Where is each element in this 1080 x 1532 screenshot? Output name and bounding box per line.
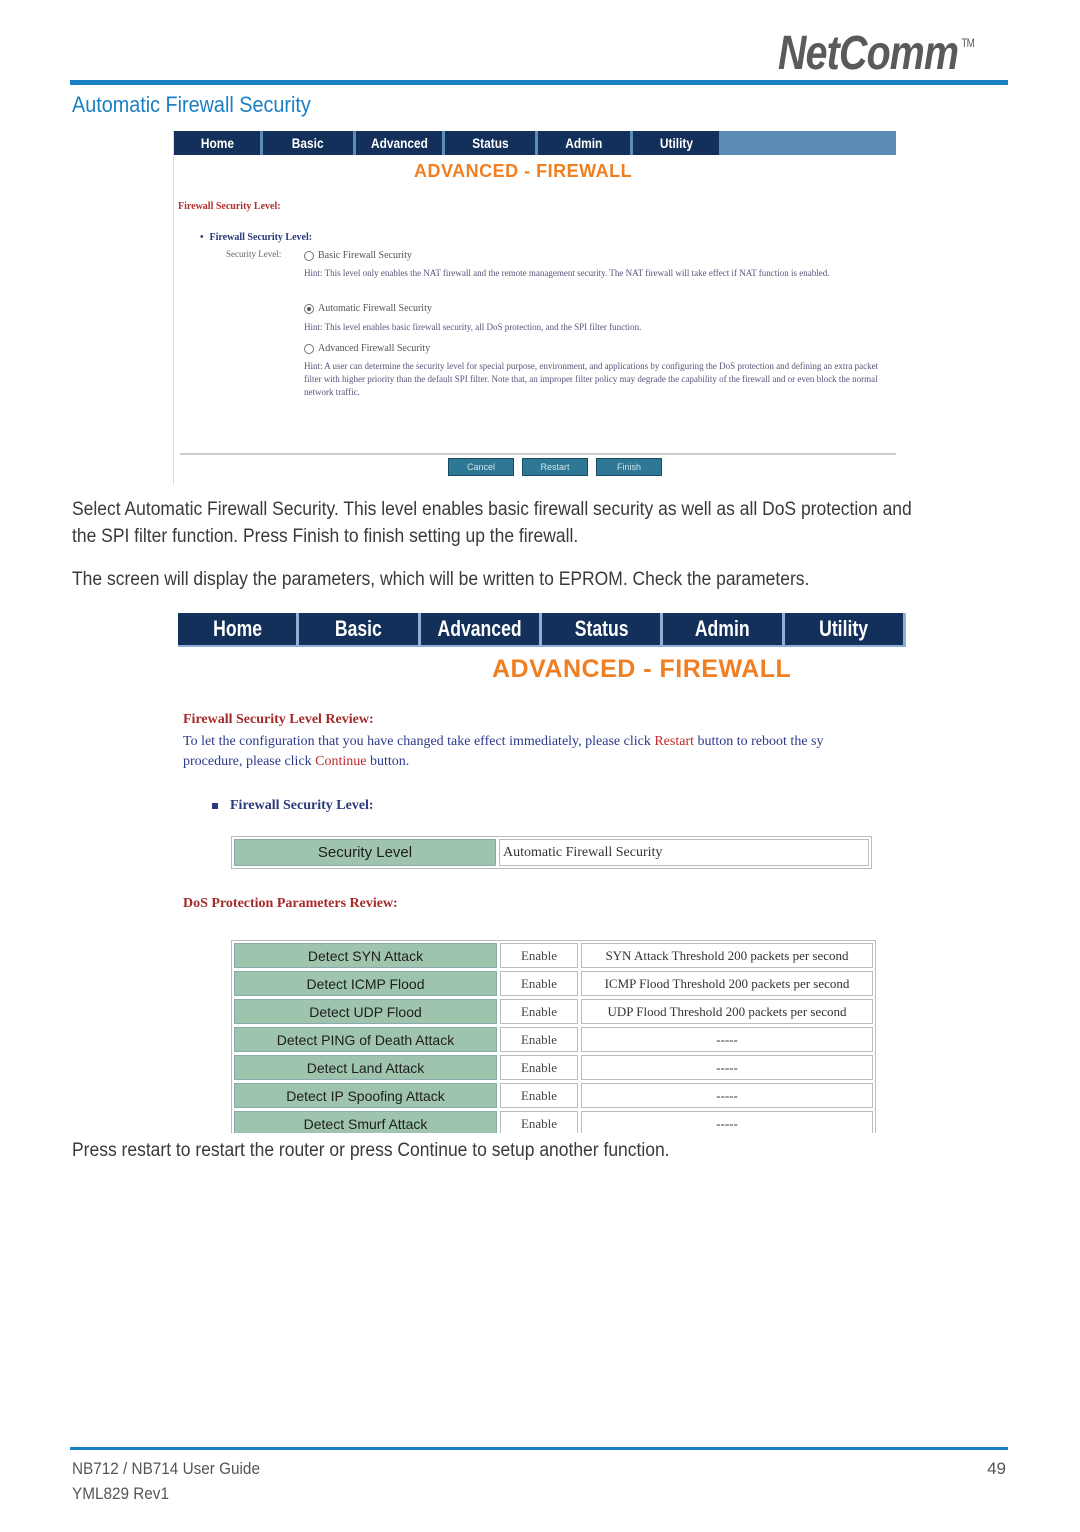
- section-heading: Firewall Security Level:: [178, 201, 281, 212]
- tab-basic[interactable]: Basic: [263, 131, 356, 155]
- trademark: TM: [961, 36, 974, 50]
- paragraph-restart: Press restart to restart the router or p…: [72, 1140, 670, 1161]
- attack-name: Detect Land Attack: [234, 1055, 497, 1080]
- restart-button[interactable]: Restart: [522, 458, 588, 476]
- finish-button[interactable]: Finish: [596, 458, 662, 476]
- attack-status: Enable: [500, 999, 578, 1024]
- attack-status: Enable: [500, 971, 578, 996]
- tab-status[interactable]: Status: [541, 613, 664, 645]
- footer-guide: NB712 / NB714 User Guide: [72, 1459, 260, 1478]
- dos-heading: DoS Protection Parameters Review:: [183, 896, 398, 911]
- attack-status: Enable: [500, 1027, 578, 1052]
- tab-basic[interactable]: Basic: [299, 613, 421, 645]
- attack-threshold: -----: [581, 1027, 873, 1052]
- table-row: Detect Smurf Attack Enable -----: [234, 1111, 873, 1133]
- review-instructions: To let the configuration that you have c…: [183, 734, 824, 769]
- attack-name: Detect UDP Flood: [234, 999, 497, 1024]
- hint-advanced: Hint: A user can determine the security …: [304, 361, 879, 397]
- attack-threshold: ICMP Flood Threshold 200 packets per sec…: [581, 971, 873, 996]
- footer-revision: YML829 Rev1: [72, 1484, 169, 1503]
- security-level-label: Security Level: [234, 839, 496, 866]
- paragraph-check-parameters: The screen will display the parameters, …: [72, 569, 810, 590]
- dos-parameters-table: Detect SYN Attack Enable SYN Attack Thresh…: [231, 940, 876, 1133]
- field-label: Security Level:: [226, 249, 282, 259]
- divider: [180, 453, 896, 455]
- nav-bar: Home Basic Advanced Status Admin Utility: [178, 613, 906, 647]
- netcomm-logo: NetComm TM: [778, 26, 975, 81]
- attack-threshold: UDP Flood Threshold 200 packets per seco…: [581, 999, 873, 1024]
- restart-link: Restart: [654, 734, 694, 749]
- table-row: Detect UDP Flood Enable UDP Flood Threshol…: [234, 999, 873, 1024]
- security-level-table: Security Level Automatic Firewall Securi…: [231, 836, 872, 869]
- attack-status: Enable: [500, 1055, 578, 1080]
- table-row: Detect ICMP Flood Enable ICMP Flood Thresh…: [234, 971, 873, 996]
- tab-utility[interactable]: Utility: [784, 613, 906, 645]
- page-number: 49: [987, 1459, 1006, 1478]
- attack-name: Detect IP Spoofing Attack: [234, 1083, 497, 1108]
- attack-threshold: -----: [581, 1055, 873, 1080]
- bullet-heading: Firewall Security Level:: [200, 232, 313, 243]
- review-heading: Firewall Security Level Review:: [183, 712, 374, 727]
- button-row: Cancel Restart Finish: [448, 458, 662, 476]
- attack-status: Enable: [500, 1111, 578, 1133]
- attack-name: Detect ICMP Flood: [234, 971, 497, 996]
- radio-selected-icon[interactable]: [304, 303, 314, 314]
- radio-automatic-firewall[interactable]: Automatic Firewall Security: [304, 303, 432, 314]
- logo-text: NetComm: [778, 27, 959, 80]
- radio-icon[interactable]: [304, 343, 314, 354]
- nav-bar: Home Basic Advanced Status Admin Utility: [174, 131, 896, 155]
- hint-basic: Hint: This level only enables the NAT fi…: [304, 268, 830, 278]
- tab-admin[interactable]: Admin: [663, 613, 785, 645]
- footer-rule: [70, 1447, 1008, 1450]
- attack-status: Enable: [500, 943, 578, 968]
- attack-threshold: -----: [581, 1083, 873, 1108]
- page-title: ADVANCED - FIREWALL: [414, 161, 633, 181]
- tab-advanced[interactable]: Advanced: [420, 613, 542, 645]
- attack-threshold: SYN Attack Threshold 200 packets per sec…: [581, 943, 873, 968]
- firewall-review-screenshot: Home Basic Advanced Status Admin Utility…: [178, 613, 906, 1133]
- attack-name: Detect Smurf Attack: [234, 1111, 497, 1133]
- table-row: Detect IP Spoofing Attack Enable -----: [234, 1083, 873, 1108]
- radio-advanced-firewall[interactable]: Advanced Firewall Security: [304, 343, 430, 354]
- tab-advanced[interactable]: Advanced: [356, 131, 445, 155]
- square-bullet-icon: [212, 803, 218, 809]
- firewall-level-bullet: Firewall Security Level:: [212, 798, 374, 814]
- hint-automatic: Hint: This level enables basic firewall …: [304, 322, 642, 332]
- attack-status: Enable: [500, 1083, 578, 1108]
- cancel-button[interactable]: Cancel: [448, 458, 514, 476]
- tab-home[interactable]: Home: [178, 613, 300, 645]
- tab-home[interactable]: Home: [174, 131, 263, 155]
- attack-name: Detect PING of Death Attack: [234, 1027, 497, 1052]
- table-row: Detect SYN Attack Enable SYN Attack Thresh…: [234, 943, 873, 968]
- attack-name: Detect SYN Attack: [234, 943, 497, 968]
- header-rule: [70, 80, 1008, 85]
- continue-link: Continue: [315, 754, 367, 769]
- table-row: Detect PING of Death Attack Enable -----: [234, 1027, 873, 1052]
- tab-admin[interactable]: Admin: [538, 131, 633, 155]
- paragraph-select-automatic: Select Automatic Firewall Security. This…: [72, 499, 912, 547]
- security-level-value: Automatic Firewall Security: [499, 839, 869, 866]
- tab-status[interactable]: Status: [445, 131, 538, 155]
- section-title: Automatic Firewall Security: [72, 92, 311, 117]
- page-title: ADVANCED - FIREWALL: [492, 655, 792, 683]
- firewall-settings-screenshot: Home Basic Advanced Status Admin Utility…: [173, 131, 896, 485]
- radio-icon[interactable]: [304, 250, 314, 261]
- tab-utility[interactable]: Utility: [633, 131, 722, 155]
- table-row: Detect Land Attack Enable -----: [234, 1055, 873, 1080]
- radio-basic-firewall[interactable]: Basic Firewall Security: [304, 250, 412, 261]
- attack-threshold: -----: [581, 1111, 873, 1133]
